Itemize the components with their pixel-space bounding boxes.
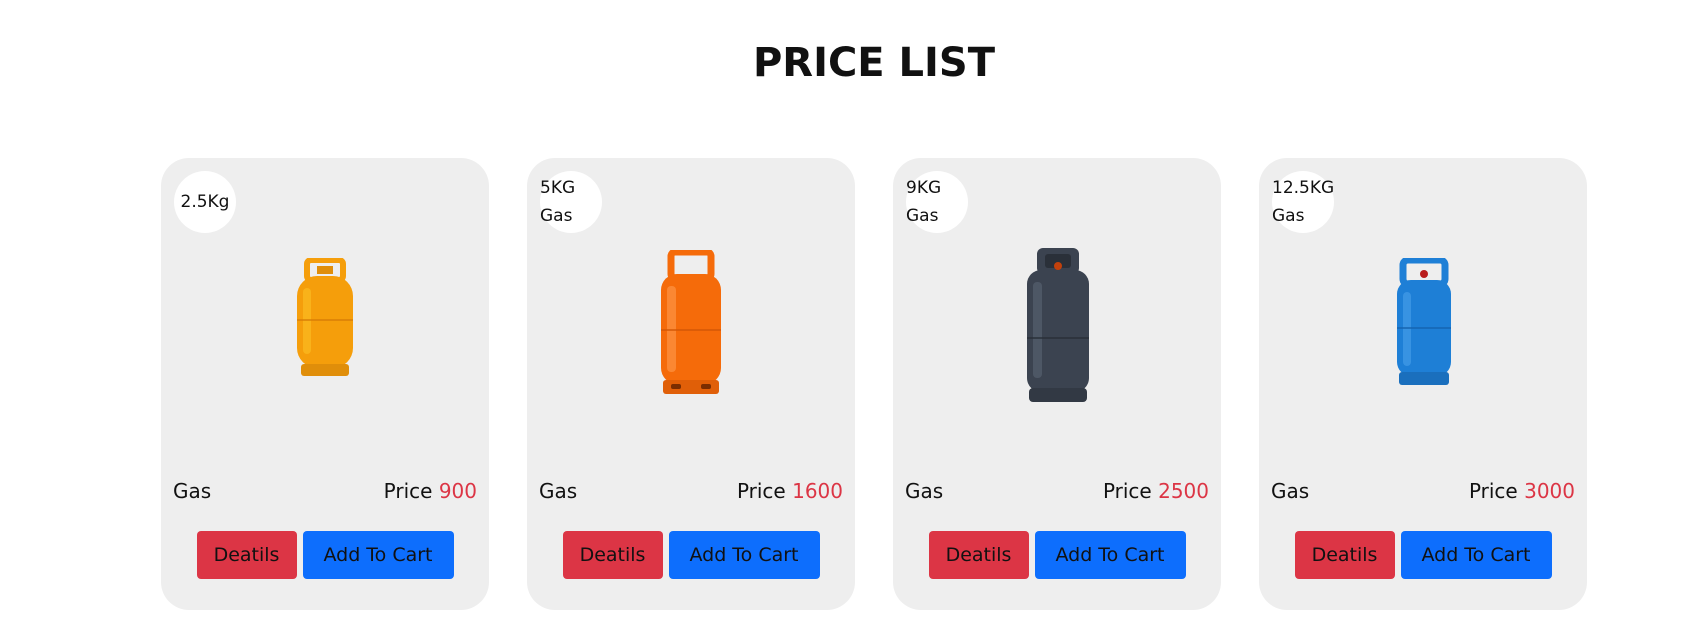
weight-badge: 2.5Kg xyxy=(174,171,236,233)
weight-badge-line1: 2.5Kg xyxy=(180,192,230,212)
weight-badge-line1: 12.5KG xyxy=(1272,178,1335,198)
page-title: PRICE LIST xyxy=(752,40,996,86)
product-card: 5KG Gas Gas Price 1600 Deatils Add To Ca… xyxy=(527,158,855,610)
product-card: 2.5Kg Gas Price 900 Deatils Add To Cart xyxy=(161,158,489,610)
add-to-cart-button[interactable]: Add To Cart xyxy=(302,531,454,579)
product-price: Price 3000 xyxy=(1469,479,1575,503)
add-to-cart-button[interactable]: Add To Cart xyxy=(1400,531,1552,579)
details-button[interactable]: Deatils xyxy=(562,531,663,579)
product-name: Gas xyxy=(1271,479,1310,503)
product-card: 12.5KG Gas Gas Price 3000 Deatils Add To… xyxy=(1259,158,1587,610)
weight-badge: 12.5KG Gas xyxy=(1272,171,1334,233)
price-label: Price xyxy=(383,479,433,503)
product-name: Gas xyxy=(905,479,944,503)
details-button[interactable]: Deatils xyxy=(196,531,297,579)
add-to-cart-button[interactable]: Add To Cart xyxy=(1034,531,1186,579)
details-button[interactable]: Deatils xyxy=(928,531,1029,579)
weight-badge-line1: 5KG xyxy=(540,178,576,198)
gas-cylinder-image xyxy=(1027,248,1089,402)
price-label: Price xyxy=(1468,479,1518,503)
weight-badge-line1: 9KG xyxy=(906,178,942,198)
price-value: 1600 xyxy=(792,479,843,503)
gas-cylinder-image xyxy=(661,250,721,394)
gas-cylinder-image xyxy=(1397,258,1451,385)
product-name: Gas xyxy=(173,479,212,503)
gas-cylinder-image xyxy=(297,258,353,376)
add-to-cart-button[interactable]: Add To Cart xyxy=(668,531,820,579)
price-value: 2500 xyxy=(1158,479,1209,503)
weight-badge-line2: Gas xyxy=(906,206,939,226)
price-value: 3000 xyxy=(1524,479,1575,503)
product-price: Price 1600 xyxy=(737,479,843,503)
weight-badge: 5KG Gas xyxy=(540,171,602,233)
product-price: Price 2500 xyxy=(1103,479,1209,503)
weight-badge-line2: Gas xyxy=(540,206,573,226)
price-label: Price xyxy=(736,479,786,503)
product-name: Gas xyxy=(539,479,578,503)
price-card-list: 2.5Kg Gas Price 900 Deatils Add To Cart … xyxy=(161,158,1591,610)
product-price: Price 900 xyxy=(384,479,477,503)
price-value: 900 xyxy=(438,479,477,503)
weight-badge-line2: Gas xyxy=(1272,206,1305,226)
price-label: Price xyxy=(1102,479,1152,503)
details-button[interactable]: Deatils xyxy=(1294,531,1395,579)
weight-badge: 9KG Gas xyxy=(906,171,968,233)
product-card: 9KG Gas Gas Price 2500 Deatils Add To Ca… xyxy=(893,158,1221,610)
